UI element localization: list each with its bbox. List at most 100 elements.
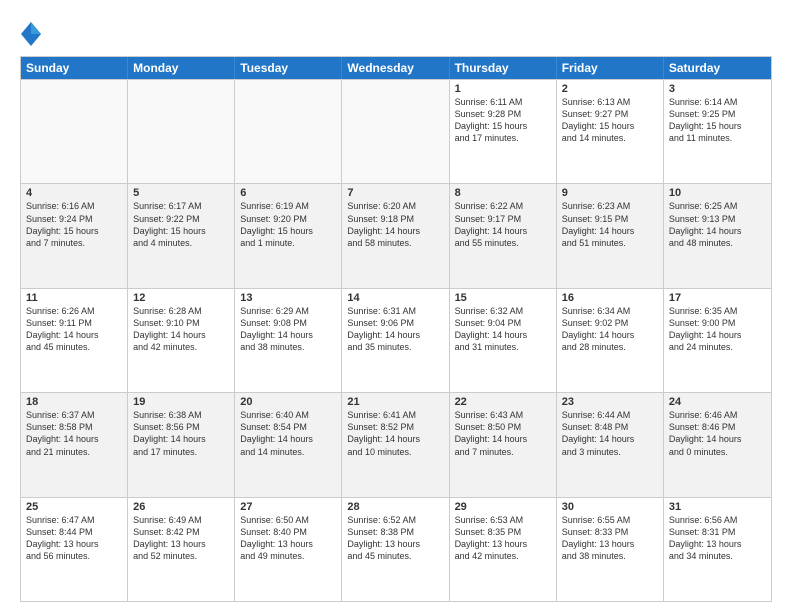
day-cell-12: 12Sunrise: 6:28 AM Sunset: 9:10 PM Dayli… [128, 289, 235, 392]
calendar-body: 1Sunrise: 6:11 AM Sunset: 9:28 PM Daylig… [21, 79, 771, 601]
day-number: 29 [455, 501, 551, 513]
day-info: Sunrise: 6:50 AM Sunset: 8:40 PM Dayligh… [240, 514, 336, 563]
day-number: 31 [669, 501, 766, 513]
day-info: Sunrise: 6:41 AM Sunset: 8:52 PM Dayligh… [347, 409, 443, 458]
day-number: 11 [26, 292, 122, 304]
day-info: Sunrise: 6:26 AM Sunset: 9:11 PM Dayligh… [26, 305, 122, 354]
day-number: 16 [562, 292, 658, 304]
day-cell-29: 29Sunrise: 6:53 AM Sunset: 8:35 PM Dayli… [450, 498, 557, 601]
empty-cell [342, 80, 449, 183]
day-cell-28: 28Sunrise: 6:52 AM Sunset: 8:38 PM Dayli… [342, 498, 449, 601]
day-cell-13: 13Sunrise: 6:29 AM Sunset: 9:08 PM Dayli… [235, 289, 342, 392]
day-info: Sunrise: 6:32 AM Sunset: 9:04 PM Dayligh… [455, 305, 551, 354]
day-info: Sunrise: 6:52 AM Sunset: 8:38 PM Dayligh… [347, 514, 443, 563]
day-number: 21 [347, 396, 443, 408]
day-info: Sunrise: 6:47 AM Sunset: 8:44 PM Dayligh… [26, 514, 122, 563]
day-cell-14: 14Sunrise: 6:31 AM Sunset: 9:06 PM Dayli… [342, 289, 449, 392]
empty-cell [21, 80, 128, 183]
day-cell-10: 10Sunrise: 6:25 AM Sunset: 9:13 PM Dayli… [664, 184, 771, 287]
day-number: 9 [562, 187, 658, 199]
day-number: 7 [347, 187, 443, 199]
header-day-wednesday: Wednesday [342, 57, 449, 79]
day-number: 4 [26, 187, 122, 199]
day-cell-18: 18Sunrise: 6:37 AM Sunset: 8:58 PM Dayli… [21, 393, 128, 496]
header-day-monday: Monday [128, 57, 235, 79]
day-cell-8: 8Sunrise: 6:22 AM Sunset: 9:17 PM Daylig… [450, 184, 557, 287]
day-cell-24: 24Sunrise: 6:46 AM Sunset: 8:46 PM Dayli… [664, 393, 771, 496]
day-cell-15: 15Sunrise: 6:32 AM Sunset: 9:04 PM Dayli… [450, 289, 557, 392]
day-number: 26 [133, 501, 229, 513]
day-number: 1 [455, 83, 551, 95]
day-cell-1: 1Sunrise: 6:11 AM Sunset: 9:28 PM Daylig… [450, 80, 557, 183]
page: SundayMondayTuesdayWednesdayThursdayFrid… [0, 0, 792, 612]
day-number: 22 [455, 396, 551, 408]
day-info: Sunrise: 6:53 AM Sunset: 8:35 PM Dayligh… [455, 514, 551, 563]
day-info: Sunrise: 6:14 AM Sunset: 9:25 PM Dayligh… [669, 96, 766, 145]
calendar-row-4: 25Sunrise: 6:47 AM Sunset: 8:44 PM Dayli… [21, 497, 771, 601]
day-cell-16: 16Sunrise: 6:34 AM Sunset: 9:02 PM Dayli… [557, 289, 664, 392]
day-number: 14 [347, 292, 443, 304]
header-day-saturday: Saturday [664, 57, 771, 79]
calendar-row-2: 11Sunrise: 6:26 AM Sunset: 9:11 PM Dayli… [21, 288, 771, 392]
day-cell-9: 9Sunrise: 6:23 AM Sunset: 9:15 PM Daylig… [557, 184, 664, 287]
day-cell-19: 19Sunrise: 6:38 AM Sunset: 8:56 PM Dayli… [128, 393, 235, 496]
header-day-thursday: Thursday [450, 57, 557, 79]
day-info: Sunrise: 6:16 AM Sunset: 9:24 PM Dayligh… [26, 200, 122, 249]
day-number: 15 [455, 292, 551, 304]
header-day-sunday: Sunday [21, 57, 128, 79]
day-info: Sunrise: 6:25 AM Sunset: 9:13 PM Dayligh… [669, 200, 766, 249]
day-number: 20 [240, 396, 336, 408]
day-info: Sunrise: 6:28 AM Sunset: 9:10 PM Dayligh… [133, 305, 229, 354]
day-info: Sunrise: 6:19 AM Sunset: 9:20 PM Dayligh… [240, 200, 336, 249]
day-number: 18 [26, 396, 122, 408]
day-info: Sunrise: 6:31 AM Sunset: 9:06 PM Dayligh… [347, 305, 443, 354]
day-info: Sunrise: 6:17 AM Sunset: 9:22 PM Dayligh… [133, 200, 229, 249]
empty-cell [235, 80, 342, 183]
day-info: Sunrise: 6:40 AM Sunset: 8:54 PM Dayligh… [240, 409, 336, 458]
day-cell-21: 21Sunrise: 6:41 AM Sunset: 8:52 PM Dayli… [342, 393, 449, 496]
logo-icon [20, 20, 42, 48]
day-number: 5 [133, 187, 229, 199]
day-number: 19 [133, 396, 229, 408]
day-info: Sunrise: 6:46 AM Sunset: 8:46 PM Dayligh… [669, 409, 766, 458]
day-info: Sunrise: 6:22 AM Sunset: 9:17 PM Dayligh… [455, 200, 551, 249]
day-number: 25 [26, 501, 122, 513]
day-info: Sunrise: 6:44 AM Sunset: 8:48 PM Dayligh… [562, 409, 658, 458]
day-info: Sunrise: 6:20 AM Sunset: 9:18 PM Dayligh… [347, 200, 443, 249]
day-number: 8 [455, 187, 551, 199]
day-number: 10 [669, 187, 766, 199]
day-number: 30 [562, 501, 658, 513]
day-number: 28 [347, 501, 443, 513]
day-number: 2 [562, 83, 658, 95]
day-cell-23: 23Sunrise: 6:44 AM Sunset: 8:48 PM Dayli… [557, 393, 664, 496]
day-info: Sunrise: 6:34 AM Sunset: 9:02 PM Dayligh… [562, 305, 658, 354]
day-cell-26: 26Sunrise: 6:49 AM Sunset: 8:42 PM Dayli… [128, 498, 235, 601]
day-info: Sunrise: 6:43 AM Sunset: 8:50 PM Dayligh… [455, 409, 551, 458]
day-cell-20: 20Sunrise: 6:40 AM Sunset: 8:54 PM Dayli… [235, 393, 342, 496]
day-cell-5: 5Sunrise: 6:17 AM Sunset: 9:22 PM Daylig… [128, 184, 235, 287]
day-cell-11: 11Sunrise: 6:26 AM Sunset: 9:11 PM Dayli… [21, 289, 128, 392]
day-info: Sunrise: 6:29 AM Sunset: 9:08 PM Dayligh… [240, 305, 336, 354]
empty-cell [128, 80, 235, 183]
day-info: Sunrise: 6:13 AM Sunset: 9:27 PM Dayligh… [562, 96, 658, 145]
day-number: 24 [669, 396, 766, 408]
day-number: 6 [240, 187, 336, 199]
day-cell-7: 7Sunrise: 6:20 AM Sunset: 9:18 PM Daylig… [342, 184, 449, 287]
day-info: Sunrise: 6:11 AM Sunset: 9:28 PM Dayligh… [455, 96, 551, 145]
day-cell-17: 17Sunrise: 6:35 AM Sunset: 9:00 PM Dayli… [664, 289, 771, 392]
day-number: 23 [562, 396, 658, 408]
day-info: Sunrise: 6:35 AM Sunset: 9:00 PM Dayligh… [669, 305, 766, 354]
calendar-header: SundayMondayTuesdayWednesdayThursdayFrid… [21, 57, 771, 79]
day-cell-2: 2Sunrise: 6:13 AM Sunset: 9:27 PM Daylig… [557, 80, 664, 183]
day-cell-3: 3Sunrise: 6:14 AM Sunset: 9:25 PM Daylig… [664, 80, 771, 183]
day-info: Sunrise: 6:23 AM Sunset: 9:15 PM Dayligh… [562, 200, 658, 249]
day-cell-25: 25Sunrise: 6:47 AM Sunset: 8:44 PM Dayli… [21, 498, 128, 601]
header [20, 16, 772, 48]
day-number: 3 [669, 83, 766, 95]
calendar: SundayMondayTuesdayWednesdayThursdayFrid… [20, 56, 772, 602]
day-info: Sunrise: 6:38 AM Sunset: 8:56 PM Dayligh… [133, 409, 229, 458]
day-info: Sunrise: 6:49 AM Sunset: 8:42 PM Dayligh… [133, 514, 229, 563]
day-info: Sunrise: 6:56 AM Sunset: 8:31 PM Dayligh… [669, 514, 766, 563]
day-number: 12 [133, 292, 229, 304]
day-number: 27 [240, 501, 336, 513]
